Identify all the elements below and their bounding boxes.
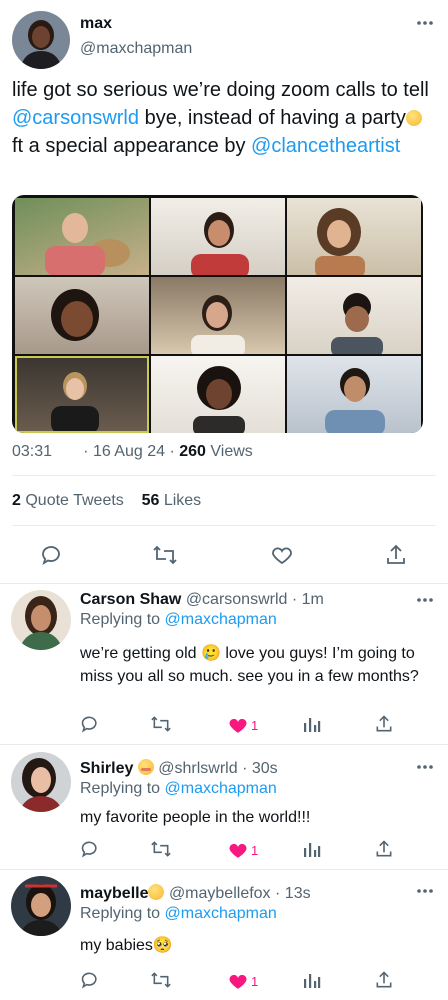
replying-to: Replying to @maxchapman — [80, 780, 277, 798]
avatar[interactable] — [11, 590, 71, 650]
reply-icon[interactable] — [80, 970, 100, 990]
replying-label: Replying to — [80, 905, 161, 922]
analytics-icon[interactable] — [303, 715, 321, 733]
reply-icon[interactable] — [40, 543, 64, 567]
reply-tweet: Shirley @shrlswrld · 30s Replying to @ma… — [0, 745, 448, 869]
author-handle[interactable]: @maxchapman — [80, 40, 192, 58]
views-count: 260 — [179, 443, 206, 460]
tweet-meta: 03:31 · 16 Aug 24 · 260 Views — [12, 443, 253, 461]
share-icon[interactable] — [374, 970, 394, 990]
reply-text: we’re getting old 🥲 love you guys! I’m g… — [80, 645, 419, 685]
quote-count[interactable]: 2 — [12, 492, 21, 509]
text-part: ft a special appearance by — [12, 135, 252, 157]
more-options-icon[interactable] — [415, 18, 435, 28]
like-count: 1 — [251, 718, 259, 733]
more-options-icon[interactable] — [415, 762, 435, 772]
tweet-date: · 16 Aug 24 · — [83, 443, 175, 460]
tweet-text: life got so serious we’re doing zoom cal… — [12, 76, 438, 160]
video-tile — [287, 277, 421, 354]
video-tile — [287, 356, 421, 433]
reply-header: maybelle @maybellefox · 13s — [80, 884, 311, 903]
video-tile — [15, 277, 149, 354]
reply-author-handle[interactable]: @shrlswrld — [158, 760, 237, 777]
mention-link[interactable]: @maxchapman — [165, 905, 277, 922]
retweet-icon[interactable] — [150, 970, 172, 990]
reply-text: my favorite people in the world!!! — [80, 809, 311, 826]
main-tweet: max @maxchapman life got so serious we’r… — [0, 0, 448, 583]
like-count: 1 — [251, 974, 259, 989]
video-player[interactable] — [12, 195, 423, 433]
heart-icon[interactable] — [270, 543, 294, 567]
avatar[interactable] — [12, 11, 70, 69]
share-icon[interactable] — [384, 543, 408, 567]
divider — [12, 525, 436, 526]
share-icon[interactable] — [374, 839, 394, 859]
video-tile — [287, 198, 421, 275]
video-tile — [151, 277, 285, 354]
likes-label[interactable]: Likes — [164, 492, 201, 509]
divider — [12, 475, 436, 476]
reply-time: · 30s — [242, 760, 278, 777]
reply-tweet: Carson Shaw @carsonswrld · 1m Replying t… — [0, 584, 448, 744]
video-tile — [15, 356, 149, 433]
reply-tweet: maybelle @maybellefox · 13s Replying to … — [0, 870, 448, 1000]
reply-time: · 1m — [291, 591, 324, 608]
likes-count[interactable]: 56 — [142, 492, 160, 509]
quote-label[interactable]: Quote Tweets — [25, 492, 123, 509]
author-name[interactable]: max — [80, 15, 112, 33]
like-count: 1 — [251, 843, 259, 858]
tweet-stats: 2 Quote Tweets 56 Likes — [12, 492, 201, 510]
replying-label: Replying to — [80, 611, 161, 628]
reply-time: · 13s — [275, 885, 311, 902]
video-tile — [151, 198, 285, 275]
heart-filled-icon[interactable] — [228, 715, 248, 734]
more-options-icon[interactable] — [415, 886, 435, 896]
avatar[interactable] — [11, 752, 71, 812]
reply-author-name[interactable]: Shirley — [80, 760, 133, 777]
views-label: Views — [210, 443, 253, 460]
smiling-face-emoji-icon — [137, 759, 154, 775]
emoji-icon — [405, 110, 422, 126]
replying-label: Replying to — [80, 780, 161, 797]
retweet-icon[interactable] — [150, 839, 172, 859]
video-time: 03:31 — [12, 443, 53, 460]
text-part: bye, instead of having a party — [139, 107, 406, 129]
reply-text: my babies🥺 — [80, 937, 173, 954]
text-part: life got so serious we’re doing zoom cal… — [12, 79, 429, 101]
reply-header: Carson Shaw @carsonswrld · 1m — [80, 591, 324, 609]
mention-link[interactable]: @maxchapman — [165, 780, 277, 797]
reply-author-handle[interactable]: @carsonswrld — [186, 591, 288, 608]
more-options-icon[interactable] — [415, 595, 435, 605]
replying-to: Replying to @maxchapman — [80, 611, 277, 629]
mention-link[interactable]: @maxchapman — [165, 611, 277, 628]
avatar[interactable] — [11, 876, 71, 936]
reply-author-handle[interactable]: @maybellefox — [169, 885, 271, 902]
retweet-icon[interactable] — [152, 543, 178, 567]
share-icon[interactable] — [374, 714, 394, 734]
mention-link[interactable]: @carsonswrld — [12, 107, 139, 129]
reply-icon[interactable] — [80, 714, 100, 734]
replying-to: Replying to @maxchapman — [80, 905, 277, 923]
reply-author-name[interactable]: maybelle — [80, 885, 148, 902]
reply-author-name[interactable]: Carson Shaw — [80, 591, 181, 608]
video-tile — [15, 198, 149, 275]
analytics-icon[interactable] — [303, 840, 321, 858]
heart-filled-icon[interactable] — [228, 840, 248, 859]
analytics-icon[interactable] — [303, 971, 321, 989]
mention-link[interactable]: @clancetheartist — [251, 135, 400, 157]
heart-filled-icon[interactable] — [228, 971, 248, 990]
reply-header: Shirley @shrlswrld · 30s — [80, 759, 278, 778]
retweet-icon[interactable] — [150, 714, 172, 734]
video-tile — [151, 356, 285, 433]
reply-icon[interactable] — [80, 839, 100, 859]
smiling-face-emoji-icon — [148, 884, 165, 900]
